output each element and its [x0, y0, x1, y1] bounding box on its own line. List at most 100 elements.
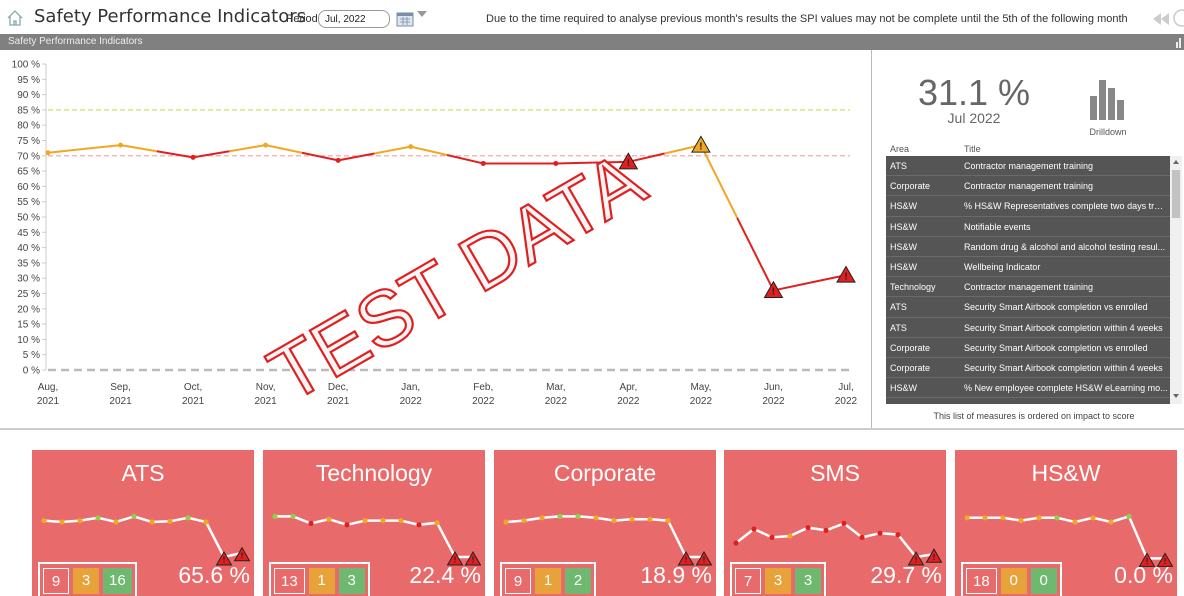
sparkline-point — [769, 534, 775, 540]
list-item-area: Corporate — [890, 342, 931, 353]
sparkline-point — [629, 516, 635, 522]
x-tick-label: 2021 — [109, 396, 132, 407]
series-line — [47, 147, 85, 154]
rewind-icon[interactable] — [1152, 11, 1170, 27]
data-point — [335, 157, 341, 163]
area-tile[interactable]: ATS!! 9 3 16 65.6 % — [32, 450, 254, 596]
sparkline-point — [503, 519, 509, 525]
sparkline-point — [416, 522, 422, 528]
sparkline-point — [593, 515, 599, 521]
list-scrollbar[interactable] — [1170, 156, 1182, 404]
list-item[interactable]: ATS Security Smart Airbook completion wit… — [886, 318, 1170, 338]
list-item[interactable]: HS&W % New employee complete HS&W eLearni… — [886, 378, 1170, 399]
series-line — [84, 144, 121, 150]
period-input[interactable] — [318, 10, 390, 28]
series-line — [773, 281, 810, 292]
tile-name: HS&W — [1031, 460, 1101, 486]
close-icon[interactable] — [1172, 8, 1184, 28]
list-item[interactable]: HS&W Notifiable events — [886, 217, 1170, 237]
y-tick-label: 100 % — [12, 60, 40, 71]
list-item-area: HS&W — [890, 241, 917, 252]
area-tile[interactable]: Technology!! 13 1 3 22.4 % — [263, 450, 485, 596]
home-icon[interactable] — [6, 9, 24, 27]
section-header: Safety Performance Indicators — [0, 34, 1184, 50]
green-count-badge: 16 — [103, 568, 132, 594]
x-tick-label: Oct, — [184, 382, 202, 393]
list-item-title: Contractor management training — [964, 181, 1094, 192]
x-tick-label: Mar, — [546, 382, 565, 393]
list-header: Area Title — [886, 142, 1182, 156]
x-tick-label: Jun, — [764, 382, 783, 393]
drilldown-button[interactable]: Drilldown — [1080, 74, 1136, 140]
list-item-area: ATS — [890, 161, 907, 171]
green-count-badge: 3 — [795, 568, 821, 594]
sparkline-point — [895, 532, 901, 538]
sparkline-point — [380, 518, 386, 524]
calendar-icon[interactable] — [396, 11, 414, 27]
tile-percentage: 29.7 % — [870, 562, 942, 588]
list-item-area: ATS — [890, 322, 907, 333]
sparkline-point — [434, 520, 440, 526]
area-tile[interactable]: Corporate!! 9 1 2 18.9 % — [494, 450, 716, 596]
list-item[interactable]: ATS Security Smart Airbook completion vs … — [886, 297, 1170, 318]
data-point — [45, 150, 51, 156]
sparkline-point — [1126, 513, 1132, 519]
sparkline-point — [113, 519, 119, 525]
sparkline-point — [131, 513, 137, 519]
series-line — [301, 151, 339, 162]
sparkline-point — [521, 518, 527, 524]
list-item-title: Notifiable events — [964, 221, 1031, 232]
sparkline-point — [982, 515, 988, 521]
status-counts: 18 0 0 — [961, 562, 1062, 596]
sparkline-point — [95, 515, 101, 521]
list-item-area: Corporate — [890, 181, 931, 192]
sparkline-point — [77, 518, 83, 524]
x-tick-label: 2022 — [545, 396, 568, 407]
sparkline-point — [841, 520, 847, 526]
status-counts: 733 — [730, 562, 826, 596]
list-item[interactable]: Corporate Security Smart Airbook completi… — [886, 358, 1170, 379]
sparkline-line — [967, 514, 1165, 560]
list-item-title: % HS&W Representatives complete two days… — [964, 201, 1168, 212]
list-item[interactable]: Technology Contractor management training — [886, 277, 1170, 298]
list-item[interactable]: ATS Contractor management training — [886, 156, 1170, 177]
sparkline-point — [665, 518, 671, 524]
amber-count-badge: 1 — [535, 568, 561, 594]
sparkline-point — [964, 515, 970, 521]
sparkline-point — [1018, 518, 1024, 524]
scroll-thumb[interactable] — [1172, 170, 1180, 218]
svg-text:!: ! — [699, 141, 702, 152]
sparkline-point — [647, 516, 653, 522]
list-item[interactable]: HS&W Random drug & alcohol and alcohol te… — [886, 237, 1170, 257]
area-tiles: ATS!! 9 3 16 65.6 % Technology!! 13 1 3 22.4 % Cor… — [0, 448, 1184, 596]
x-tick-label: Jan, — [401, 382, 420, 393]
list-item[interactable]: Corporate Contractor management training — [886, 176, 1170, 197]
red-count-badge: 13 — [274, 568, 305, 594]
amber-count-badge: 0 — [1000, 568, 1027, 594]
y-tick-label: 30 % — [17, 274, 40, 285]
area-tile[interactable]: SMS!! 7 3 3 29.7 % — [724, 450, 946, 596]
top-bar: Safety Performance Indicators Period : D… — [0, 0, 1184, 34]
tile-percentage: 22.4 % — [409, 562, 481, 588]
sparkline-point — [1108, 519, 1114, 525]
status-counts: 9 3 16 — [38, 562, 137, 596]
sparkline-point — [1072, 519, 1078, 525]
area-tile[interactable]: HS&W!! 18 0 0 0.0 % — [955, 450, 1177, 596]
bar-chart-icon[interactable] — [1176, 36, 1182, 48]
x-tick-label: 2022 — [472, 396, 495, 407]
sparkline-line — [275, 515, 473, 559]
sparkline-line — [43, 515, 243, 559]
sparkline-point — [823, 527, 829, 533]
series-line — [374, 145, 411, 155]
x-tick-label: Apr, — [619, 382, 637, 393]
list-item[interactable]: HS&W Wellbeing Indicator — [886, 257, 1170, 278]
y-tick-label: 5 % — [23, 350, 40, 361]
scroll-down-icon[interactable] — [1173, 394, 1179, 398]
panel-divider — [871, 50, 872, 428]
list-item[interactable]: Corporate Security Smart Airbook completi… — [886, 338, 1170, 358]
list-item[interactable]: HS&W % HS&W Representatives complete two … — [886, 196, 1170, 217]
y-tick-label: 55 % — [17, 197, 40, 208]
scroll-up-icon[interactable] — [1173, 160, 1179, 164]
chevron-down-icon[interactable] — [416, 10, 428, 18]
series-line — [337, 152, 375, 162]
